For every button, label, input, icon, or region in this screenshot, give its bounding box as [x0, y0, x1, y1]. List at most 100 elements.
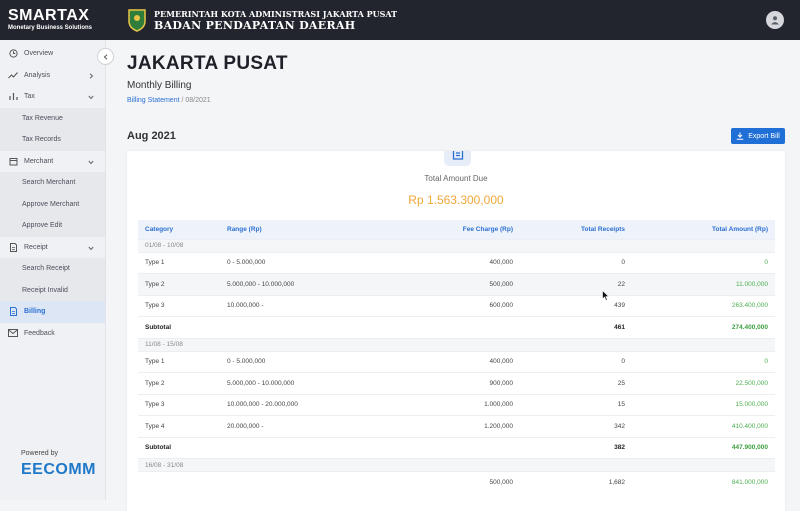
- sidebar-item-label: Tax Revenue: [22, 114, 63, 122]
- government-header: PEMERINTAH KOTA ADMINISTRASI JAKARTA PUS…: [154, 9, 397, 32]
- cell-amount: 15.000,000: [632, 393, 775, 416]
- col-header-range[interactable]: Range (Rp): [220, 220, 360, 239]
- table-row: Type 1 0 - 5.000,000 400,000 0 0: [138, 251, 775, 274]
- period-label: 11/08 - 15/08: [138, 337, 775, 351]
- table-row: Type 3 10.000,000 - 600,000 439 263.400,…: [138, 294, 775, 317]
- store-icon: [8, 156, 18, 166]
- chevron-down-icon: [86, 157, 96, 167]
- cell-range: 10.000,000 -: [220, 294, 360, 317]
- sidebar-item-receipt[interactable]: Receipt: [0, 237, 105, 259]
- cell-receipts: 25: [520, 372, 632, 394]
- sidebar-item-analysis[interactable]: Analysis: [0, 65, 105, 87]
- sidebar-item-label: Search Merchant: [22, 179, 76, 187]
- breadcrumb: Billing Statement / 08/2021: [127, 97, 211, 104]
- cell-category: Type 4: [138, 415, 220, 437]
- cell-amount: 263.400,000: [632, 294, 775, 317]
- sidebar-item-search-receipt[interactable]: Search Receipt: [0, 258, 105, 280]
- col-header-total-amount[interactable]: Total Amount (Rp): [632, 220, 775, 239]
- cell-fee: 1.200,000: [360, 415, 520, 437]
- billing-card: Total Amount Due Rp 1.563.300,000 Catego…: [127, 151, 785, 511]
- table-row: Type 2 5.000,000 - 10.000,000 900,000 25…: [138, 372, 775, 394]
- total-due-value: Rp 1.563.300,000: [408, 193, 504, 207]
- cell-range: 5.000,000 - 10.000,000: [220, 372, 360, 394]
- sidebar-item-label: Receipt Invalid: [22, 286, 68, 294]
- receipt-icon: [8, 242, 18, 252]
- cell-range: 5.000,000 - 10.000,000: [220, 273, 360, 295]
- cell-subtotal-label: Subtotal: [138, 316, 520, 338]
- breadcrumb-link-billing-statement[interactable]: Billing Statement: [127, 97, 180, 104]
- mail-icon: [8, 328, 18, 338]
- export-bill-button[interactable]: Export Bill: [731, 128, 785, 144]
- table-row: Type 2 5.000,000 - 10.000,000 500,000 22…: [138, 273, 775, 295]
- user-avatar-icon[interactable]: [766, 11, 784, 29]
- document-icon: [444, 151, 471, 166]
- period-group-row: 16/08 - 31/08: [138, 458, 775, 472]
- cell-amount: 447.900,000: [632, 436, 775, 459]
- sidebar-item-approve-merchant[interactable]: Approve Merchant: [0, 193, 105, 215]
- cell-fee: 400,000: [360, 350, 520, 373]
- cell-category: Type 2: [138, 273, 220, 295]
- powered-by-label: Powered by: [21, 450, 58, 457]
- col-header-fee-charge[interactable]: Fee Charge (Rp): [360, 220, 520, 239]
- sidebar-item-label: Tax: [24, 93, 35, 101]
- cell-amount: 841.000,000: [632, 471, 775, 493]
- cell-fee: 1.000,000: [360, 393, 520, 416]
- brand-logo[interactable]: SMARTAX Monetary Business Solutions: [0, 8, 106, 32]
- chevron-down-icon: [86, 92, 96, 102]
- page-title: JAKARTA PUSAT: [127, 53, 288, 74]
- cell-fee: 500,000: [360, 273, 520, 295]
- mouse-cursor-icon: [602, 290, 610, 301]
- eecomm-logo: EECOMM: [21, 461, 96, 478]
- cell-fee: 500,000: [360, 471, 520, 493]
- cell-amount: 22.500,000: [632, 372, 775, 394]
- cell-category: Type 1: [138, 251, 220, 274]
- cell-amount: 11.000,000: [632, 273, 775, 295]
- cell-range: 0 - 5.000,000: [220, 350, 360, 373]
- cell-receipts: 382: [520, 436, 632, 459]
- top-bar: SMARTAX Monetary Business Solutions PEME…: [0, 0, 800, 40]
- sidebar-item-merchant[interactable]: Merchant: [0, 151, 105, 173]
- subtotal-row: Subtotal 461 274.400,000: [138, 316, 775, 338]
- sidebar-item-feedback[interactable]: Feedback: [0, 323, 105, 345]
- col-header-category[interactable]: Category: [138, 220, 220, 239]
- sidebar-item-billing[interactable]: Billing: [0, 301, 105, 323]
- cell-category: Type 3: [138, 393, 220, 416]
- cell-range: 10.000,000 - 20.000,000: [220, 393, 360, 416]
- cell-receipts: 1,682: [520, 471, 632, 493]
- billing-period: Aug 2021: [127, 130, 176, 142]
- cell-receipts: 0: [520, 251, 632, 274]
- period-group-row: 11/08 - 15/08: [138, 337, 775, 351]
- cell-range: 0 - 5.000,000: [220, 251, 360, 274]
- brand-tagline: Monetary Business Solutions: [8, 25, 93, 31]
- cell-receipts: 22: [520, 273, 632, 295]
- col-header-total-receipts[interactable]: Total Receipts: [520, 220, 632, 239]
- cell-category: Type 2: [138, 372, 220, 394]
- government-name: PEMERINTAH KOTA ADMINISTRASI JAKARTA PUS…: [154, 8, 398, 19]
- cell-amount: 0: [632, 251, 775, 274]
- document-icon: [8, 307, 18, 317]
- bar-chart-icon: [8, 92, 18, 102]
- sidebar-item-tax-revenue[interactable]: Tax Revenue: [0, 107, 105, 129]
- chevron-left-icon: [103, 53, 107, 60]
- cell-receipts: 15: [520, 393, 632, 416]
- sidebar-item-approve-edit[interactable]: Approve Edit: [0, 215, 105, 237]
- page-subtitle: Monthly Billing: [127, 80, 192, 91]
- sidebar-item-receipt-invalid[interactable]: Receipt Invalid: [0, 279, 105, 301]
- sidebar-collapse-button[interactable]: [97, 48, 114, 65]
- subtotal-row: Subtotal 382 447.900,000: [138, 436, 775, 459]
- cell-fee: 400,000: [360, 251, 520, 274]
- table-row: Type 1 0 - 5.000,000 400,000 0 0: [138, 350, 775, 373]
- sidebar-item-label: Search Receipt: [22, 265, 70, 273]
- period-label: 16/08 - 31/08: [138, 458, 775, 472]
- sidebar: Overview Analysis Tax Tax Revenue Tax Re…: [0, 40, 106, 500]
- trend-icon: [8, 70, 18, 80]
- main-content: JAKARTA PUSAT Monthly Billing Billing St…: [106, 40, 800, 511]
- sidebar-item-overview[interactable]: Overview: [0, 43, 105, 65]
- sidebar-item-tax[interactable]: Tax: [0, 86, 105, 108]
- sidebar-item-label: Receipt: [24, 243, 48, 251]
- export-bill-label: Export Bill: [748, 132, 780, 140]
- table-row: Type 3 10.000,000 - 20.000,000 1.000,000…: [138, 393, 775, 416]
- cell-amount: 410.400,000: [632, 415, 775, 437]
- sidebar-item-tax-records[interactable]: Tax Records: [0, 129, 105, 151]
- sidebar-item-search-merchant[interactable]: Search Merchant: [0, 172, 105, 194]
